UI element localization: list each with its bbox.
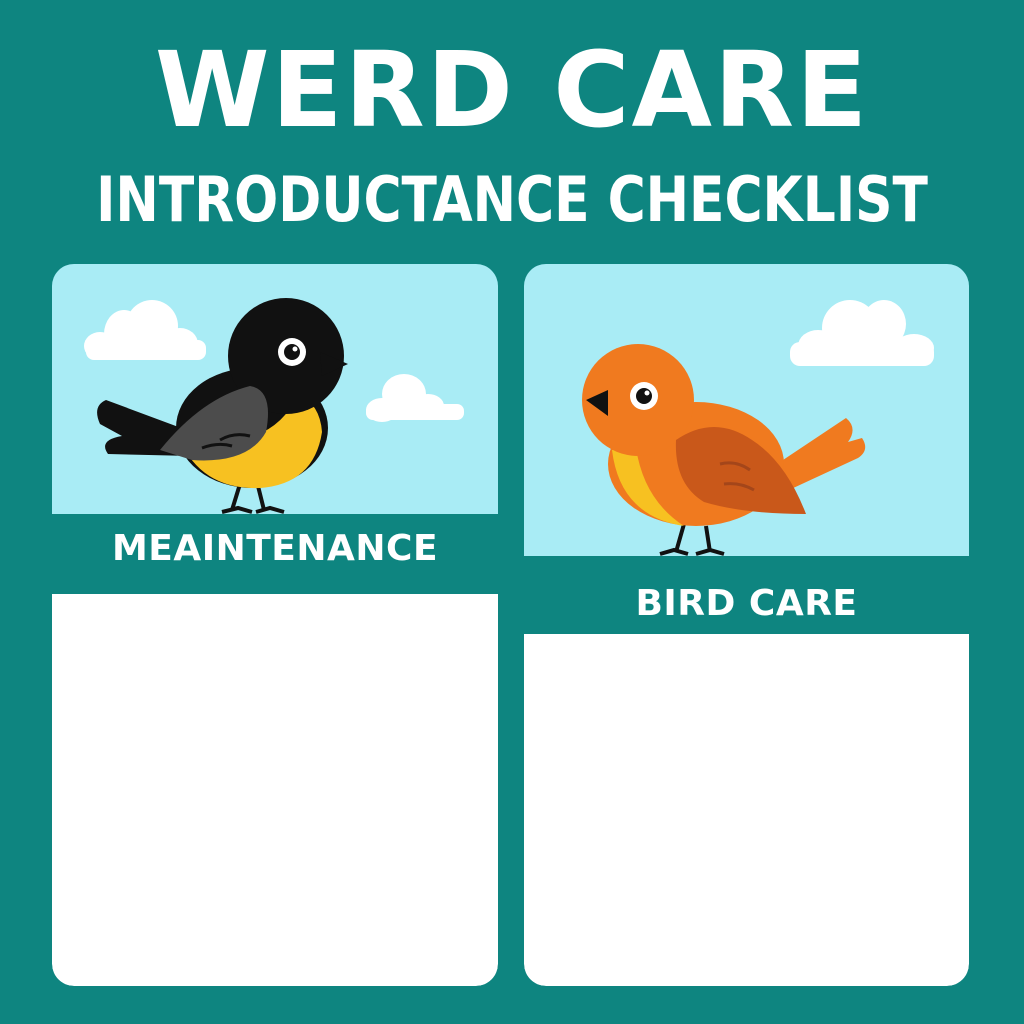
orange-bird-icon xyxy=(582,300,934,556)
category-label: BIRD CARE xyxy=(635,582,858,624)
category-band: MEAINTENANCE xyxy=(52,514,498,594)
bird-care-card: BIRD CARE xyxy=(524,264,969,986)
cloud-icon xyxy=(366,374,464,422)
cloud-icon xyxy=(84,300,206,360)
checklist-poster: { "header": { "title": "WERD CARE", "sub… xyxy=(0,0,1024,1024)
checklist-panel xyxy=(524,634,969,986)
black-and-yellow-bird-icon xyxy=(84,298,464,514)
sky-banner xyxy=(52,264,498,514)
category-label: MEAINTENANCE xyxy=(111,527,439,569)
maintenance-card: MEAINTENANCE xyxy=(52,264,498,986)
bird-legs xyxy=(221,483,285,514)
sky-banner xyxy=(524,264,969,556)
page-subtitle: INTRODUCTANCE CHECKLIST xyxy=(96,163,928,236)
checklist-panel xyxy=(52,594,498,986)
cloud-icon xyxy=(790,300,934,366)
bird-legs xyxy=(659,523,725,556)
page-title: WERD CARE xyxy=(154,29,870,151)
category-band: BIRD CARE xyxy=(524,556,969,634)
